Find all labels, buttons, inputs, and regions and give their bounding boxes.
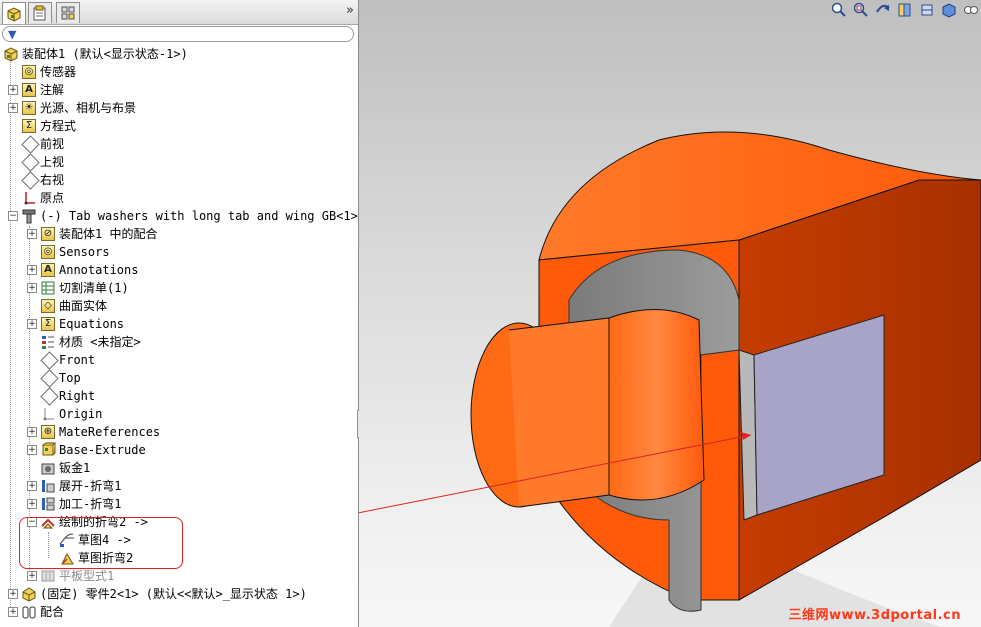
- graphics-viewport[interactable]: 三维网www.3dportal.cn: [359, 0, 981, 627]
- plane-icon: [21, 153, 40, 172]
- expand-toggle[interactable]: +: [27, 229, 37, 239]
- expand-toggle[interactable]: +: [27, 499, 37, 509]
- plane-icon: [21, 135, 40, 154]
- sheet-metal-icon: [40, 460, 56, 476]
- display-style-icon[interactable]: [941, 2, 957, 18]
- plane-icon: [40, 351, 59, 370]
- property-manager-tab[interactable]: [28, 2, 52, 23]
- equation-icon: Σ: [40, 316, 56, 332]
- annotation-icon: A: [21, 82, 37, 98]
- expand-toggle[interactable]: +: [27, 571, 37, 581]
- filter-icon: ▼: [8, 28, 17, 41]
- sensor-icon: ◎: [40, 244, 56, 260]
- section-view-icon[interactable]: [897, 2, 913, 18]
- plane-icon: [21, 171, 40, 190]
- expand-toggle[interactable]: +: [27, 445, 37, 455]
- mate-reference-icon: ⊕: [40, 424, 56, 440]
- cut-list-icon: [40, 280, 56, 296]
- tree-filter-input[interactable]: ▼: [2, 26, 354, 42]
- configuration-icon: [61, 6, 75, 20]
- expand-toggle[interactable]: +: [27, 319, 37, 329]
- annotation-icon: A: [40, 262, 56, 278]
- lights-cameras-icon: ☀: [21, 100, 37, 116]
- previous-view-icon[interactable]: [875, 2, 891, 18]
- collapse-toggle[interactable]: −: [8, 211, 18, 221]
- expand-toggle[interactable]: +: [8, 103, 18, 113]
- site-watermark: 三维网www.3dportal.cn: [788, 608, 961, 623]
- expand-toggle[interactable]: +: [27, 427, 37, 437]
- expand-toggle[interactable]: +: [8, 85, 18, 95]
- unfold-icon: [40, 478, 56, 494]
- material-icon: [40, 334, 56, 350]
- assembly-icon: [3, 46, 19, 62]
- plane-icon: [40, 369, 59, 388]
- mates-folder-icon: [21, 604, 37, 620]
- part-icon: [21, 208, 37, 224]
- mates-icon: ⊘: [40, 226, 56, 242]
- configuration-manager-tab[interactable]: [56, 2, 80, 23]
- expand-toggle[interactable]: +: [27, 283, 37, 293]
- feature-manager-tab[interactable]: [2, 2, 26, 24]
- feature-tree-icon: [7, 6, 21, 22]
- expand-toggle[interactable]: +: [27, 481, 37, 491]
- origin-icon: [40, 406, 56, 422]
- view-orientation-icon[interactable]: [919, 2, 935, 18]
- model-render: [359, 131, 981, 627]
- origin-icon: [21, 190, 37, 206]
- expand-toggle[interactable]: +: [8, 589, 18, 599]
- cylinder-face-outline: [508, 317, 610, 508]
- sensor-icon: ◎: [21, 64, 37, 80]
- zoom-to-fit-icon[interactable]: [831, 2, 847, 18]
- hide-show-icon[interactable]: [963, 2, 979, 18]
- part-icon: [21, 586, 37, 602]
- property-icon: [33, 5, 46, 21]
- surface-body-icon: ◇: [40, 298, 56, 314]
- equation-icon: Σ: [21, 118, 37, 134]
- plane-icon: [40, 387, 59, 406]
- expand-toggle[interactable]: +: [27, 265, 37, 275]
- process-bends-icon: [40, 496, 56, 512]
- tree-guide-line: [10, 62, 11, 609]
- flat-pattern-icon: [40, 568, 56, 584]
- extrude-icon: [40, 442, 57, 458]
- callout-highlight-box: [19, 517, 183, 569]
- feature-manager-panel: » ▼ 装配体1 (默认<显示状态-1>) ◎ 传感器 + A 注解 + ☀ 光…: [0, 0, 359, 627]
- view-heads-up-toolbar: [831, 1, 979, 19]
- expand-panel-button[interactable]: »: [346, 3, 354, 18]
- panel-tab-bar: »: [0, 0, 358, 25]
- zoom-area-icon[interactable]: [853, 2, 869, 18]
- cylinder-side: [608, 309, 705, 501]
- expand-toggle[interactable]: +: [8, 607, 18, 617]
